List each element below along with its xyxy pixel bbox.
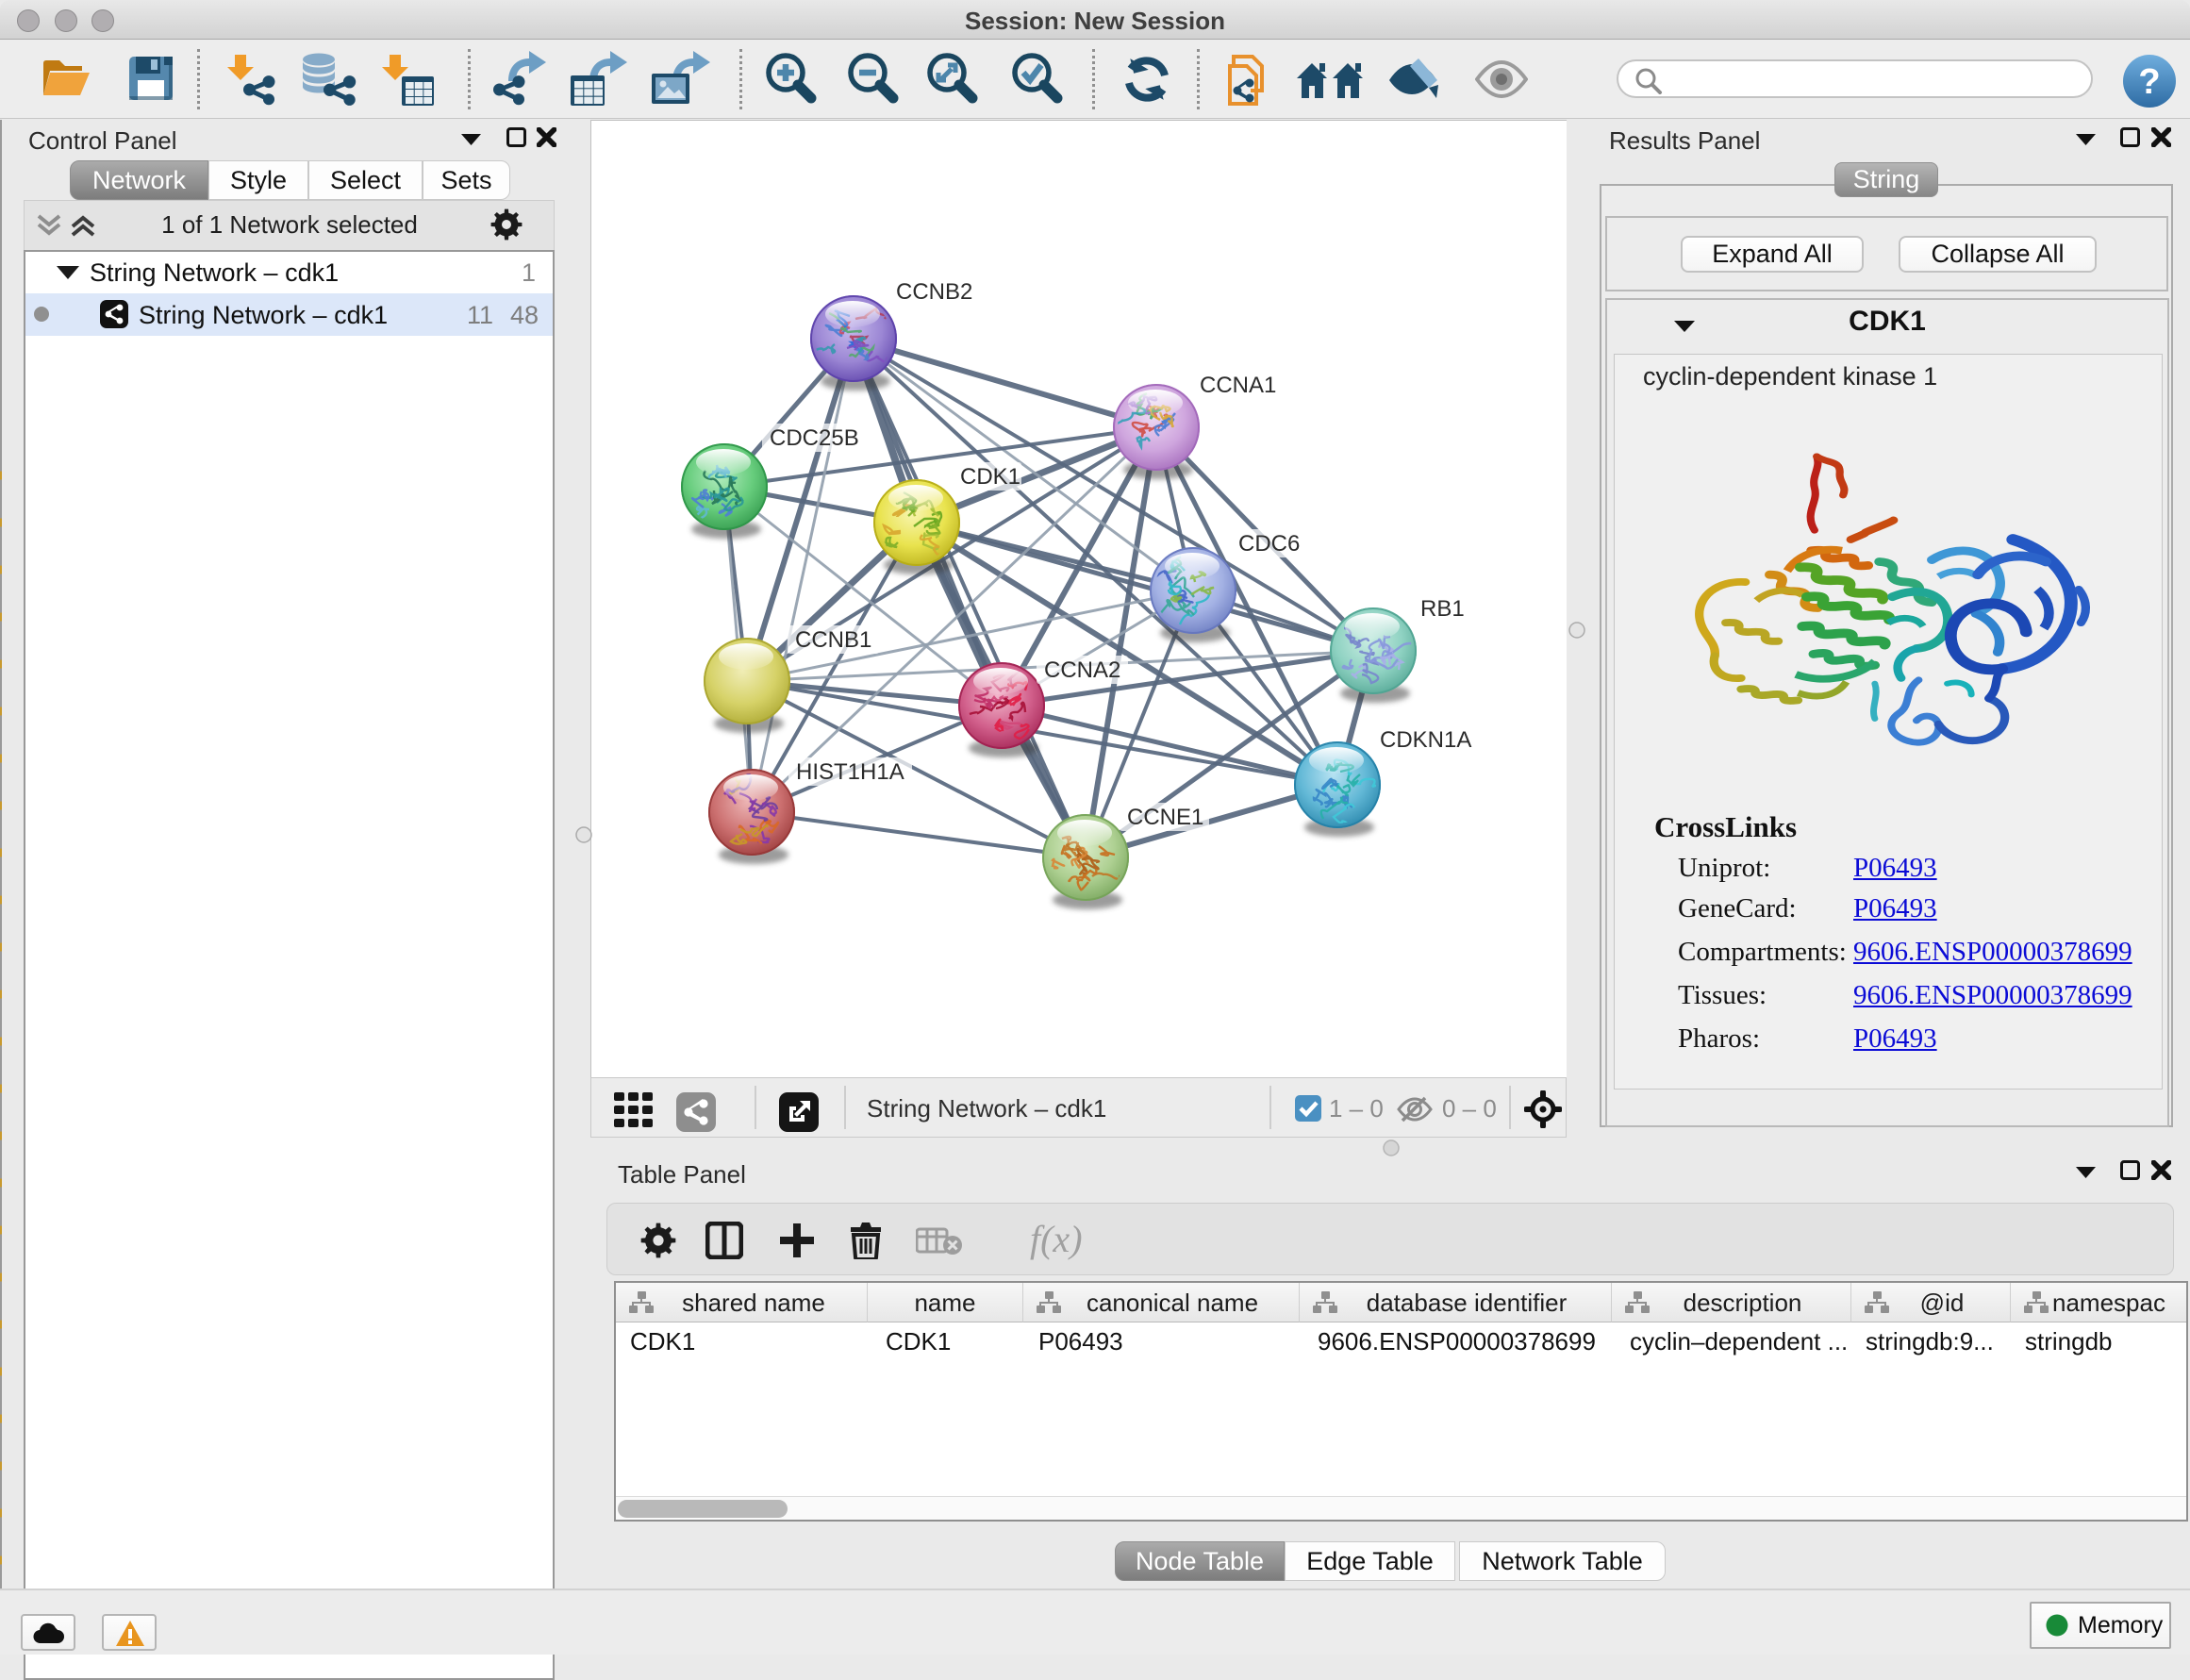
svg-text:HIST1H1A: HIST1H1A: [796, 759, 904, 785]
svg-text:CCNA2: CCNA2: [1044, 657, 1120, 683]
svg-text:CCNB1: CCNB1: [795, 627, 871, 653]
svg-text:CDC25B: CDC25B: [770, 425, 859, 451]
svg-text:CCNB2: CCNB2: [896, 279, 972, 305]
svg-text:CDC6: CDC6: [1238, 531, 1300, 557]
svg-text:RB1: RB1: [1420, 596, 1465, 622]
svg-text:CDKN1A: CDKN1A: [1380, 727, 1471, 753]
svg-text:CCNE1: CCNE1: [1127, 805, 1203, 830]
svg-text:CCNA1: CCNA1: [1200, 373, 1276, 398]
svg-text:CDK1: CDK1: [960, 464, 1020, 490]
svg-text:?: ?: [2138, 62, 2160, 102]
